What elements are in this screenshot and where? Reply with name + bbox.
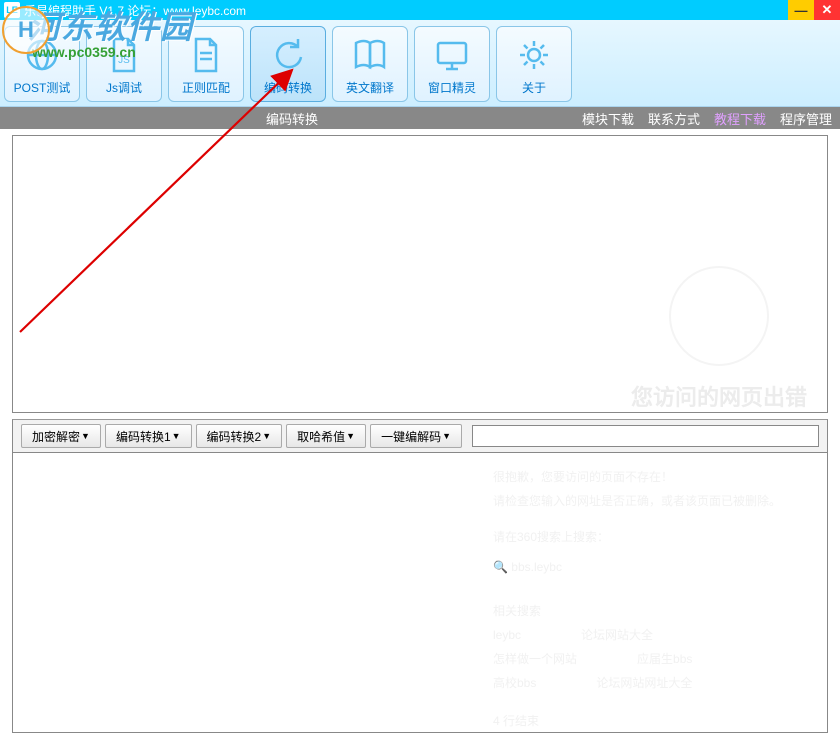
toolbar: POST测试 JS Js调试 正则匹配 编码转换 英文翻译 窗口精灵 关于 <box>0 20 840 107</box>
app-icon: LE <box>4 2 20 18</box>
encrypt-decrypt-dropdown[interactable]: 加密解密▼ <box>21 424 101 448</box>
sub-nav: 编码转换 模块下载 联系方式 教程下载 程序管理 <box>0 107 840 129</box>
title-bar: LE 乐易编程助手 V1.7 论坛：www.leybc.com — ✕ <box>0 0 840 20</box>
onekey-encode-dropdown[interactable]: 一键编解码▼ <box>370 424 462 448</box>
input-panel[interactable]: 您访问的网页出错 网络连接异常、网站服务器失去 刷新页面 <box>12 135 828 413</box>
encode-convert-button[interactable]: 编码转换 <box>250 26 326 102</box>
window-controls: — ✕ <box>788 0 840 20</box>
doc-icon <box>184 33 228 77</box>
output-panel[interactable]: 很抱歉，您要访问的页面不存在！ 请检查您输入的网址是否正确，或者该页面已被删除。… <box>12 453 828 733</box>
window-spirit-button[interactable]: 窗口精灵 <box>414 26 490 102</box>
toolbar-label: Js调试 <box>106 79 142 96</box>
book-icon <box>348 33 392 77</box>
encode-convert2-dropdown[interactable]: 编码转换2▼ <box>196 424 283 448</box>
toolbar-label: 正则匹配 <box>182 79 230 96</box>
regex-match-button[interactable]: 正则匹配 <box>168 26 244 102</box>
minimize-button[interactable]: — <box>788 0 814 20</box>
refresh-icon <box>266 33 310 77</box>
close-button[interactable]: ✕ <box>814 0 840 20</box>
toolbar-label: POST测试 <box>14 79 71 96</box>
post-test-button[interactable]: POST测试 <box>4 26 80 102</box>
ghost-title: 您访问的网页出错 <box>631 380 807 412</box>
action-input[interactable] <box>472 425 819 447</box>
program-manage-link[interactable]: 程序管理 <box>780 109 832 128</box>
gear-icon <box>512 33 556 77</box>
ghost-circle-icon <box>669 266 769 366</box>
action-bar: 加密解密▼ 编码转换1▼ 编码转换2▼ 取哈希值▼ 一键编解码▼ <box>12 419 828 453</box>
sub-nav-current: 编码转换 <box>266 109 318 128</box>
window-title: 乐易编程助手 V1.7 论坛：www.leybc.com <box>24 2 246 19</box>
content-area: 您访问的网页出错 网络连接异常、网站服务器失去 刷新页面 加密解密▼ 编码转换1… <box>0 129 840 739</box>
module-download-link[interactable]: 模块下载 <box>582 109 634 128</box>
monitor-icon <box>430 33 474 77</box>
js-debug-button[interactable]: JS Js调试 <box>86 26 162 102</box>
contact-link[interactable]: 联系方式 <box>648 109 700 128</box>
toolbar-label: 编码转换 <box>264 79 312 96</box>
about-button[interactable]: 关于 <box>496 26 572 102</box>
ghost-error-msg: 您访问的网页出错 网络连接异常、网站服务器失去 刷新页面 <box>631 266 807 413</box>
globe-icon <box>20 33 64 77</box>
svg-text:JS: JS <box>118 55 130 66</box>
ghost-bottom-text: 很抱歉，您要访问的页面不存在！ 请检查您输入的网址是否正确，或者该页面已被删除。… <box>493 465 781 733</box>
doc-js-icon: JS <box>102 33 146 77</box>
english-translate-button[interactable]: 英文翻译 <box>332 26 408 102</box>
tutorial-download-link[interactable]: 教程下载 <box>714 109 766 128</box>
encode-convert1-dropdown[interactable]: 编码转换1▼ <box>105 424 192 448</box>
hash-dropdown[interactable]: 取哈希值▼ <box>286 424 366 448</box>
toolbar-label: 窗口精灵 <box>428 79 476 96</box>
toolbar-label: 英文翻译 <box>346 79 394 96</box>
toolbar-label: 关于 <box>522 79 546 96</box>
